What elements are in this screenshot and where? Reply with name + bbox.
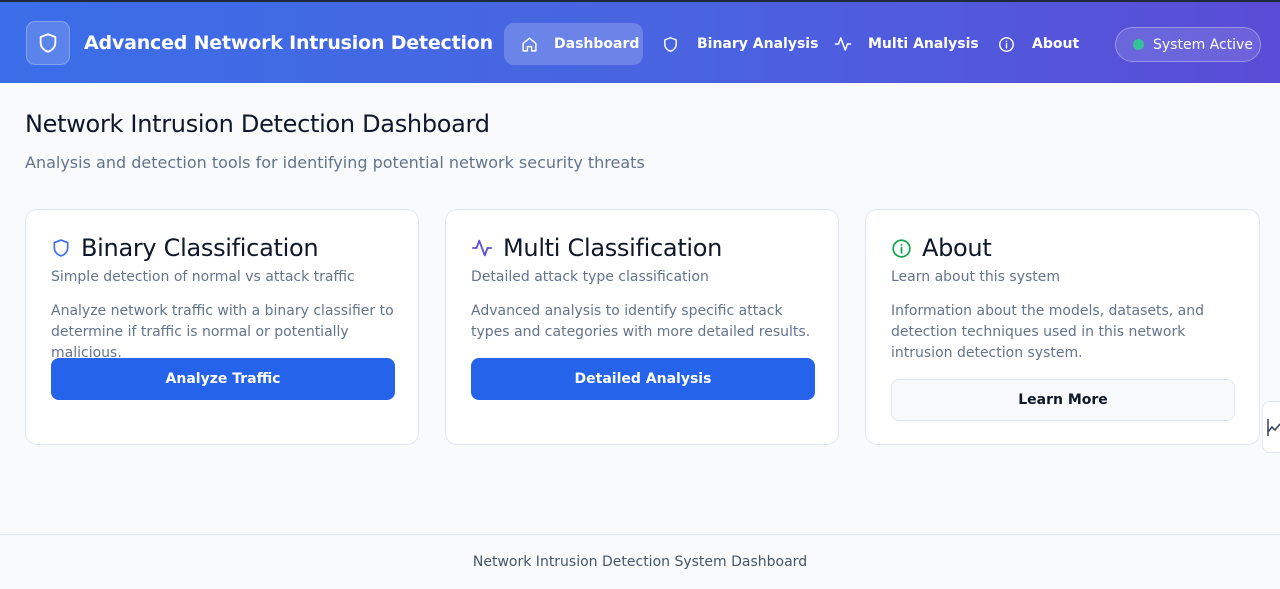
card-body: Information about the models, datasets, …	[891, 303, 1205, 361]
info-icon	[999, 36, 1014, 52]
learn-more-button[interactable]: Learn More	[891, 379, 1235, 421]
page-title: Network Intrusion Detection Dashboard	[25, 110, 490, 138]
card-description: Simple detection of normal vs attack tra…	[51, 269, 355, 285]
activity-icon	[834, 37, 852, 51]
analyze-traffic-button[interactable]: Analyze Traffic	[51, 358, 395, 400]
chart-line-icon	[1267, 419, 1280, 436]
card-body: Analyze network traffic with a binary cl…	[51, 303, 394, 361]
footer: Network Intrusion Detection System Dashb…	[0, 534, 1280, 589]
card-title: Binary Classification	[81, 234, 319, 262]
footer-text: Network Intrusion Detection System Dashb…	[472, 554, 808, 570]
nav-about[interactable]: About	[998, 23, 1088, 65]
binary-classification-card: Binary Classification Simple detection o…	[25, 209, 419, 445]
shield-icon	[26, 21, 70, 65]
side-panel-toggle[interactable]	[1262, 401, 1280, 453]
nav-binary-analysis[interactable]: Binary Analysis	[662, 23, 818, 65]
card-description: Detailed attack type classification	[471, 269, 709, 285]
card-title: Multi Classification	[503, 234, 723, 262]
nav-about-label: About	[1032, 36, 1080, 52]
about-card: About Learn about this system Informatio…	[865, 209, 1260, 445]
system-status-badge: System Active	[1115, 27, 1261, 62]
nav-multi-analysis-label: Multi Analysis	[868, 36, 979, 52]
detailed-analysis-button[interactable]: Detailed Analysis	[471, 358, 815, 400]
activity-icon	[471, 239, 493, 257]
info-icon	[892, 238, 911, 258]
page-subtitle: Analysis and detection tools for identif…	[25, 153, 645, 172]
shield-icon	[664, 36, 677, 52]
card-body: Advanced analysis to identify specific a…	[471, 303, 811, 340]
brand[interactable]: Advanced Network Intrusion Detection	[26, 21, 493, 65]
app-title: Advanced Network Intrusion Detection	[84, 32, 493, 54]
multi-classification-card: Multi Classification Detailed attack typ…	[445, 209, 839, 445]
shield-icon	[53, 239, 69, 257]
card-description: Learn about this system	[891, 269, 1061, 285]
system-status-label: System Active	[1153, 36, 1253, 53]
nav-dashboard[interactable]: Dashboard	[504, 23, 643, 65]
nav-dashboard-label: Dashboard	[554, 36, 640, 52]
nav-binary-analysis-label: Binary Analysis	[697, 36, 819, 52]
status-dot	[1133, 39, 1144, 50]
nav-multi-analysis[interactable]: Multi Analysis	[834, 23, 979, 65]
card-title: About	[922, 234, 992, 262]
top-navbar: Advanced Network Intrusion Detection Das…	[0, 0, 1280, 83]
home-icon	[522, 36, 537, 52]
